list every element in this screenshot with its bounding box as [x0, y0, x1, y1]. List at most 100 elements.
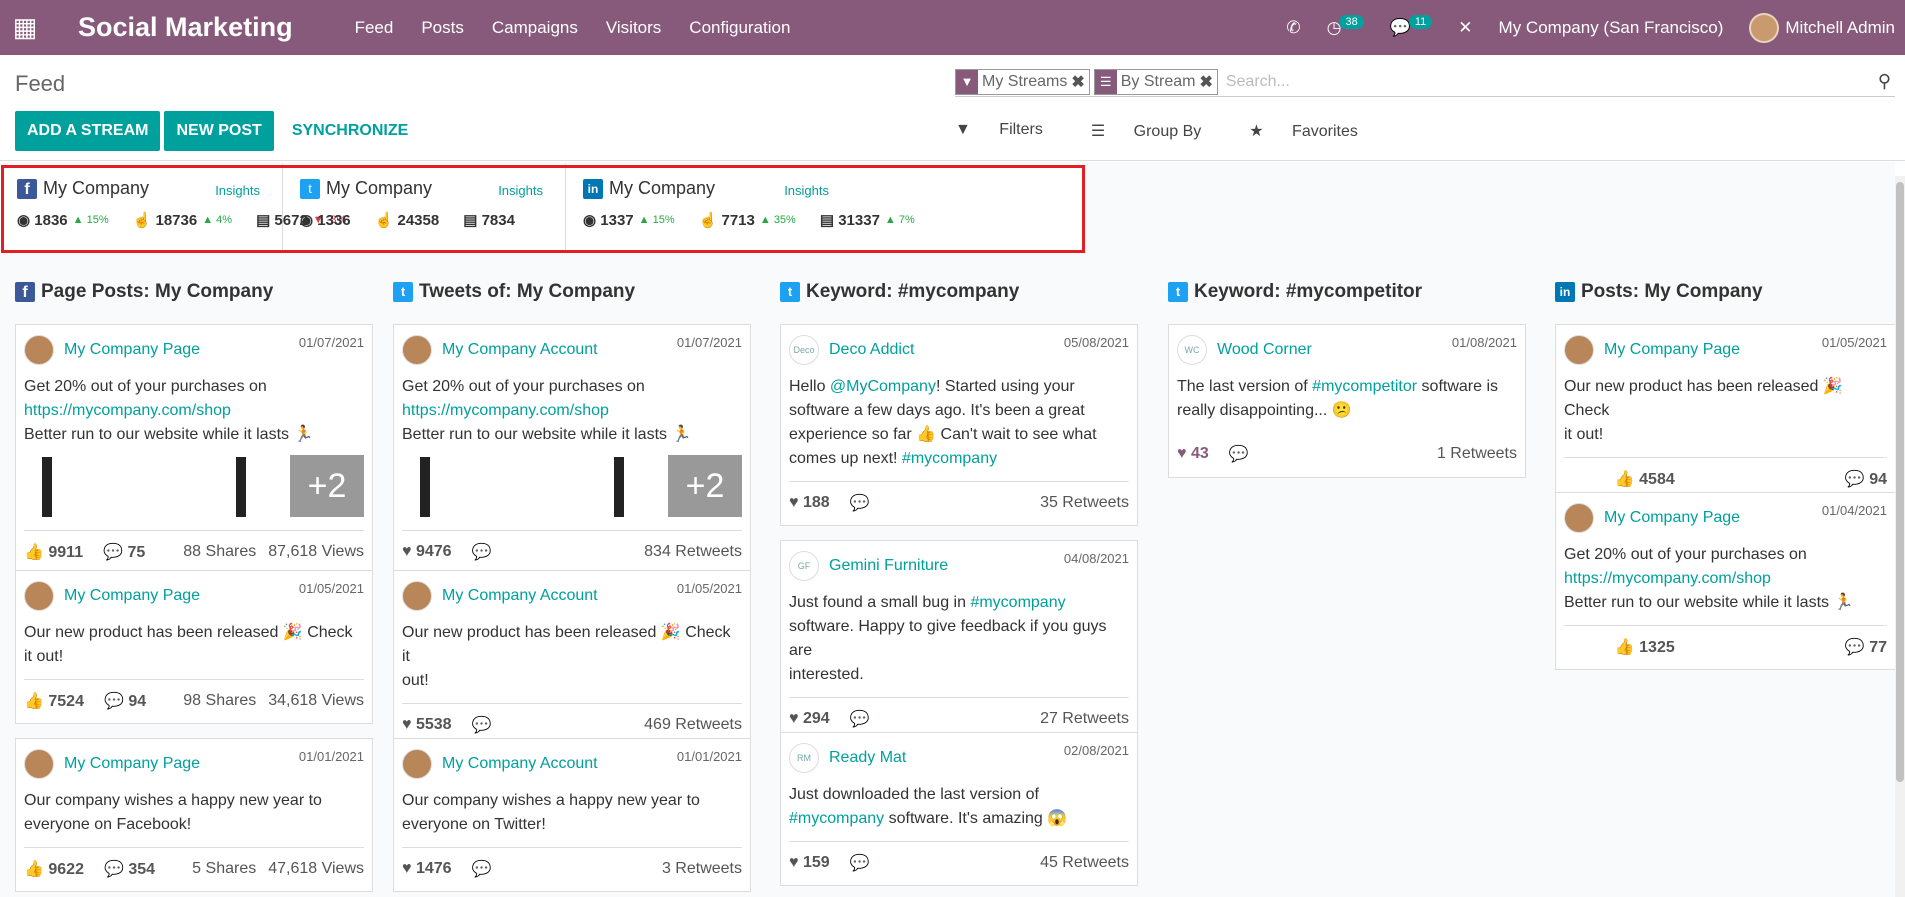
- facet-my-streams: ▼ My Streams ✖: [955, 68, 1090, 95]
- heart-icon[interactable]: ♥: [402, 716, 412, 733]
- thumbs-up-icon[interactable]: 👍: [1615, 471, 1635, 488]
- nav-posts[interactable]: Posts: [421, 18, 464, 38]
- heart-icon[interactable]: ♥: [789, 854, 799, 871]
- remove-facet-icon[interactable]: ✖: [1199, 72, 1216, 92]
- thumbs-up-icon[interactable]: 👍: [1615, 639, 1635, 656]
- twitter-icon: t: [780, 282, 800, 302]
- avatar: WC: [1177, 335, 1207, 365]
- app-title[interactable]: Social Marketing: [78, 12, 293, 43]
- phone-icon[interactable]: ✆: [1286, 18, 1300, 38]
- bars-icon: ☰: [1090, 123, 1106, 140]
- stream-column-linkedin: in Posts: My Company: [1555, 280, 1905, 304]
- comment-icon[interactable]: 💬: [1845, 639, 1865, 656]
- post-images[interactable]: +2: [402, 455, 742, 520]
- avatar: [1564, 503, 1594, 533]
- post-card[interactable]: My Company Page 01/07/2021 Get 20% out of…: [15, 324, 373, 575]
- user-name: Mitchell Admin: [1785, 17, 1895, 37]
- post-link[interactable]: https://mycompany.com/shop: [1564, 567, 1887, 591]
- comment-icon[interactable]: 💬: [472, 861, 492, 878]
- product-image: [614, 457, 624, 517]
- synchronize-button[interactable]: SYNCHRONIZE: [278, 111, 422, 151]
- nav-feed[interactable]: Feed: [355, 18, 394, 38]
- nav-configuration[interactable]: Configuration: [689, 18, 790, 38]
- post-images[interactable]: +2: [24, 455, 364, 520]
- user-menu[interactable]: Mitchell Admin: [1749, 12, 1895, 43]
- search-icon[interactable]: ⚲: [1878, 71, 1891, 92]
- post-link[interactable]: https://mycompany.com/shop: [24, 399, 364, 423]
- new-post-button[interactable]: NEW POST: [164, 111, 274, 151]
- post-card[interactable]: My Company Page 01/04/2021 Get 20% out of…: [1555, 492, 1895, 670]
- linkedin-icon: in: [583, 178, 603, 199]
- insights-link[interactable]: Insights: [784, 183, 829, 198]
- thumbs-up-icon[interactable]: 👍: [24, 693, 44, 710]
- tools-icon[interactable]: ✕: [1458, 18, 1472, 38]
- company-switcher[interactable]: My Company (San Francisco): [1499, 18, 1724, 38]
- post-card[interactable]: My Company Page 01/01/2021 Our company wi…: [15, 738, 373, 892]
- twitter-icon: t: [300, 178, 320, 199]
- post-card[interactable]: My Company Account 01/05/2021 Our new pro…: [393, 570, 751, 748]
- favorites-button[interactable]: ★ Favorites: [1249, 121, 1382, 141]
- more-images[interactable]: +2: [668, 455, 742, 517]
- comment-icon[interactable]: 💬: [1845, 471, 1865, 488]
- mention-link[interactable]: @MyCompany: [830, 378, 936, 395]
- remove-facet-icon[interactable]: ✖: [1071, 72, 1088, 92]
- column-title: Keyword: #mycompany: [806, 281, 1020, 302]
- thumbs-up-icon[interactable]: 👍: [24, 861, 44, 878]
- avatar: RM: [789, 743, 819, 773]
- heart-icon[interactable]: ♥: [402, 860, 412, 877]
- post-link[interactable]: https://mycompany.com/shop: [402, 399, 742, 423]
- post-card[interactable]: My Company Account 01/01/2021 Our company…: [393, 738, 751, 892]
- filters-button[interactable]: ▼ Filters: [955, 121, 1067, 141]
- stories-icon: ▤: [819, 212, 835, 229]
- more-images[interactable]: +2: [290, 455, 364, 517]
- messaging-menu[interactable]: 💬 11: [1390, 14, 1433, 38]
- product-image: [236, 457, 246, 517]
- avatar: [24, 581, 54, 611]
- post-card[interactable]: WC Wood Corner 01/08/2021 The last version…: [1168, 324, 1526, 478]
- add-stream-button[interactable]: ADD A STREAM: [15, 111, 161, 151]
- messages-badge: 11: [1408, 14, 1433, 29]
- comment-icon[interactable]: 💬: [1229, 446, 1249, 463]
- post-card[interactable]: My Company Page 01/05/2021 Our new produc…: [1555, 324, 1895, 502]
- post-card[interactable]: Deco Deco Addict 05/08/2021 Hello @MyCompa…: [780, 324, 1138, 526]
- hashtag-link[interactable]: #mycompany: [902, 450, 997, 467]
- comment-icon[interactable]: 💬: [103, 544, 123, 561]
- hashtag-link[interactable]: #mycompetitor: [1312, 378, 1417, 395]
- hashtag-link[interactable]: #mycompany: [970, 594, 1065, 611]
- vertical-scrollbar[interactable]: [1895, 176, 1905, 897]
- search-input[interactable]: Search...: [1222, 73, 1878, 91]
- heart-icon[interactable]: ♥: [789, 710, 799, 727]
- post-card[interactable]: GF Gemini Furniture 04/08/2021 Just found …: [780, 540, 1138, 742]
- scrollbar-thumb[interactable]: [1896, 182, 1904, 782]
- heart-icon[interactable]: ♥: [1177, 445, 1187, 462]
- hashtag-link[interactable]: #mycompany: [789, 810, 884, 827]
- comment-icon[interactable]: 💬: [472, 717, 492, 734]
- comment-icon[interactable]: 💬: [104, 861, 124, 878]
- engagement-icon: ☝: [374, 212, 394, 229]
- column-title: Keyword: #mycompetitor: [1194, 281, 1423, 302]
- comment-icon[interactable]: 💬: [850, 495, 870, 512]
- group-by-button[interactable]: ☰ Group By: [1091, 121, 1225, 141]
- heart-icon[interactable]: ♥: [402, 543, 412, 560]
- comment-icon[interactable]: 💬: [104, 693, 124, 710]
- stream-column-tweets: t Tweets of: My Company: [393, 280, 766, 304]
- activity-menu[interactable]: ◷ 38: [1327, 14, 1364, 38]
- heart-icon[interactable]: ♥: [789, 494, 799, 511]
- comment-icon[interactable]: 💬: [850, 855, 870, 872]
- nav-campaigns[interactable]: Campaigns: [492, 18, 578, 38]
- comment-icon[interactable]: 💬: [472, 544, 492, 561]
- insights-link[interactable]: Insights: [215, 183, 260, 198]
- thumbs-up-icon[interactable]: 👍: [24, 544, 44, 561]
- post-card[interactable]: RM Ready Mat 02/08/2021 Just downloaded th…: [780, 732, 1138, 886]
- nav-visitors[interactable]: Visitors: [606, 18, 661, 38]
- stat-facebook: f My Company Insights ◉ 1836 ▲ 15% ☝ 18736…: [0, 164, 346, 250]
- account-stats: f My Company Insights ◉ 1836 ▲ 15% ☝ 18736…: [0, 164, 1085, 253]
- engagement-icon: ☝: [132, 212, 152, 229]
- facebook-icon: f: [17, 178, 37, 199]
- insights-link[interactable]: Insights: [498, 183, 543, 198]
- apps-menu-icon[interactable]: ▦: [0, 0, 50, 55]
- post-card[interactable]: My Company Account 01/07/2021 Get 20% out…: [393, 324, 751, 575]
- post-card[interactable]: My Company Page 01/05/2021 Our new produc…: [15, 570, 373, 724]
- comment-icon[interactable]: 💬: [850, 711, 870, 728]
- product-image: [420, 457, 430, 517]
